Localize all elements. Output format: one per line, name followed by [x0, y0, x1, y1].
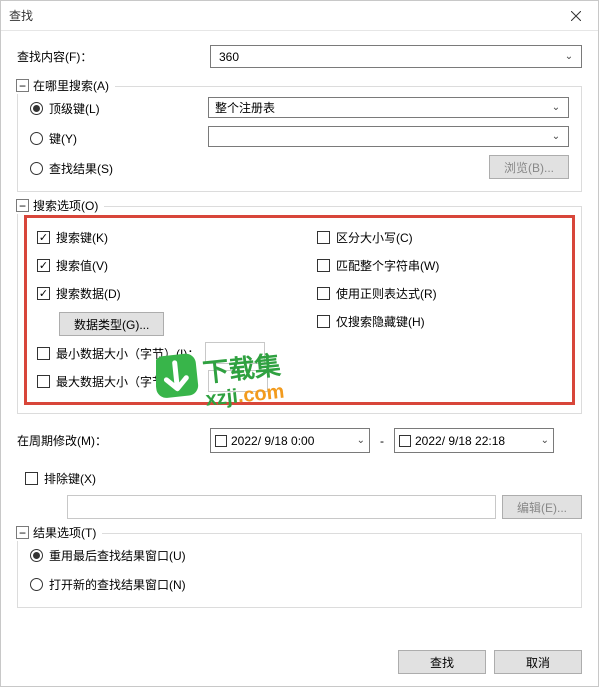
check-search-keys[interactable]: 搜索键(K)	[37, 226, 317, 248]
radio-new-window[interactable]: 打开新的查找结果窗口(N)	[30, 573, 569, 595]
radio-icon	[30, 132, 43, 145]
result-options-legend: 结果选项(T)	[33, 524, 96, 541]
radio-top-key-label: 顶级键(L)	[49, 100, 100, 117]
period-label: 在周期修改(M)：	[17, 432, 210, 449]
data-type-button[interactable]: 数据类型(G)...	[59, 312, 164, 336]
close-icon	[571, 11, 581, 21]
check-search-data[interactable]: 搜索数据(D)	[37, 282, 317, 304]
checkbox-icon[interactable]	[399, 435, 411, 447]
checkbox-icon	[37, 287, 50, 300]
search-content-input[interactable]	[217, 49, 561, 65]
date-from[interactable]: 2022/ 9/18 0:00 ⌄	[210, 428, 370, 453]
search-content-combo[interactable]: ⌄	[210, 45, 582, 68]
result-options-group: − 结果选项(T) 重用最后查找结果窗口(U) 打开新的查找结果窗口(N)	[17, 533, 582, 608]
radio-icon	[30, 162, 43, 175]
checkbox-icon	[37, 231, 50, 244]
checkbox-icon	[317, 287, 330, 300]
checkbox-icon	[317, 315, 330, 328]
radio-icon	[30, 578, 43, 591]
radio-key-label: 键(Y)	[49, 130, 77, 147]
key-select[interactable]: ⌄	[208, 126, 569, 147]
date-to[interactable]: 2022/ 9/18 22:18 ⌄	[394, 428, 554, 453]
check-min-size-label: 最小数据大小（字节）(I)：	[56, 345, 199, 362]
titlebar: 查找	[1, 1, 598, 31]
chevron-down-icon[interactable]: ⌄	[548, 131, 564, 142]
chevron-down-icon[interactable]: ⌄	[541, 435, 549, 446]
search-options-legend: 搜索选项(O)	[33, 197, 98, 214]
scope-select[interactable]: 整个注册表 ⌄	[208, 97, 569, 118]
check-search-values-label: 搜索值(V)	[56, 257, 108, 274]
date-to-value: 2022/ 9/18 22:18	[415, 434, 537, 448]
radio-reuse-window[interactable]: 重用最后查找结果窗口(U)	[30, 544, 569, 566]
chevron-down-icon[interactable]: ⌄	[548, 102, 564, 113]
radio-top-key[interactable]: 顶级键(L)	[30, 97, 208, 119]
close-button[interactable]	[553, 1, 598, 31]
check-whole-string[interactable]: 匹配整个字符串(W)	[317, 254, 562, 276]
check-search-keys-label: 搜索键(K)	[56, 229, 108, 246]
check-case-sensitive[interactable]: 区分大小写(C)	[317, 226, 562, 248]
date-from-value: 2022/ 9/18 0:00	[231, 434, 353, 448]
check-exclude-keys[interactable]: 排除键(X)	[25, 467, 96, 489]
chevron-down-icon[interactable]: ⌄	[561, 51, 577, 62]
check-whole-string-label: 匹配整个字符串(W)	[336, 257, 439, 274]
collapse-toggle[interactable]: −	[16, 79, 29, 92]
check-min-size[interactable]: 最小数据大小（字节）(I)：	[37, 345, 199, 362]
check-case-sensitive-label: 区分大小写(C)	[336, 229, 413, 246]
find-button[interactable]: 查找	[398, 650, 486, 674]
checkbox-icon	[37, 259, 50, 272]
where-search-legend: 在哪里搜索(A)	[33, 77, 109, 94]
exclude-keys-field	[67, 495, 496, 519]
radio-search-results-label: 查找结果(S)	[49, 160, 113, 177]
check-hidden-keys[interactable]: 仅搜索隐藏键(H)	[317, 310, 562, 332]
check-hidden-keys-label: 仅搜索隐藏键(H)	[336, 313, 425, 330]
check-regex-label: 使用正则表达式(R)	[336, 285, 437, 302]
checkbox-icon	[37, 347, 50, 360]
radio-new-window-label: 打开新的查找结果窗口(N)	[49, 576, 186, 593]
radio-icon	[30, 102, 43, 115]
browse-button[interactable]: 浏览(B)...	[489, 155, 569, 179]
check-search-values[interactable]: 搜索值(V)	[37, 254, 317, 276]
radio-reuse-window-label: 重用最后查找结果窗口(U)	[49, 547, 186, 564]
check-search-data-label: 搜索数据(D)	[56, 285, 121, 302]
edit-exclude-button[interactable]: 编辑(E)...	[502, 495, 582, 519]
where-search-group: − 在哪里搜索(A) 顶级键(L) 键(Y) 查找结果(S)	[17, 86, 582, 192]
check-regex[interactable]: 使用正则表达式(R)	[317, 282, 562, 304]
cancel-button[interactable]: 取消	[494, 650, 582, 674]
checkbox-icon	[25, 472, 38, 485]
collapse-toggle[interactable]: −	[16, 526, 29, 539]
window-title: 查找	[9, 7, 33, 24]
radio-search-results[interactable]: 查找结果(S)	[30, 157, 208, 179]
check-max-size[interactable]: 最大数据大小（字节）(J)：	[37, 373, 202, 390]
scope-select-value: 整个注册表	[215, 99, 548, 116]
checkbox-icon	[317, 259, 330, 272]
radio-key[interactable]: 键(Y)	[30, 127, 208, 149]
date-range-dash: -	[380, 434, 384, 448]
checkbox-icon	[317, 231, 330, 244]
min-size-input[interactable]	[205, 342, 265, 364]
search-options-group: − 搜索选项(O) 搜索键(K) 搜索值(V) 搜索数据(D)	[17, 206, 582, 414]
chevron-down-icon[interactable]: ⌄	[357, 435, 365, 446]
max-size-input[interactable]	[208, 370, 268, 392]
search-content-label: 查找内容(F)：	[17, 48, 210, 65]
check-exclude-keys-label: 排除键(X)	[44, 470, 96, 487]
checkbox-icon[interactable]	[215, 435, 227, 447]
collapse-toggle[interactable]: −	[16, 199, 29, 212]
radio-icon	[30, 549, 43, 562]
check-max-size-label: 最大数据大小（字节）(J)：	[56, 373, 202, 390]
checkbox-icon	[37, 375, 50, 388]
